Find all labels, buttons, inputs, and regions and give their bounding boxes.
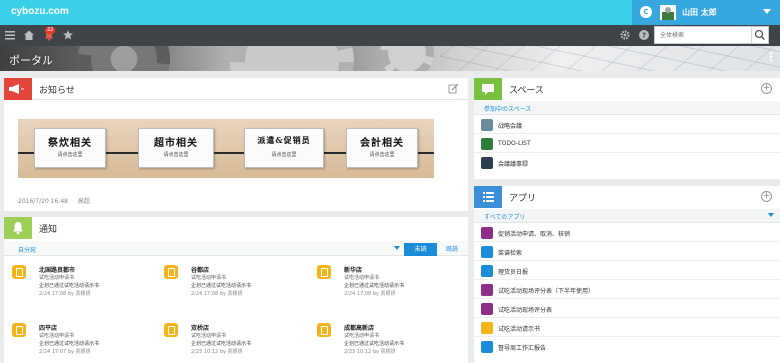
edit-icon[interactable]: [448, 83, 459, 94]
chat-bubble-icon: [474, 78, 502, 100]
document-icon: [164, 265, 178, 279]
space-thumbnail-icon: [481, 157, 493, 169]
app-item[interactable]: 试吃活动现场评分表: [474, 300, 780, 318]
app-icon: [481, 265, 493, 277]
list-item[interactable]: 北国路良都市 试吃活动申请书 企划已通过试吃活动请示书 2/24 17:08 b…: [12, 263, 152, 309]
app-item[interactable]: 试吃活动请示书: [474, 319, 780, 337]
app-item[interactable]: 菜谱检索: [474, 243, 780, 261]
menu-icon[interactable]: [3, 29, 16, 42]
search-button[interactable]: [751, 27, 768, 43]
list-icon: [474, 186, 502, 208]
search-input[interactable]: [655, 27, 750, 43]
filter-select[interactable]: 自分宛: [18, 245, 36, 254]
space-thumbnail-icon: [481, 138, 493, 150]
document-icon: [317, 265, 331, 279]
space-thumbnail-icon: [481, 119, 493, 131]
list-item[interactable]: 新华店 试吃活动申请书 企划已通过试吃活动请示书 2/24 17:08 by 贾…: [317, 263, 457, 309]
apps-section[interactable]: すべてのアプリ: [474, 209, 780, 223]
spaces-title: スペース: [509, 86, 544, 96]
more-options-icon[interactable]: ⋮: [765, 50, 777, 64]
app-item[interactable]: 促销活动申请、取消、核销: [474, 224, 780, 242]
spaces-section[interactable]: 参加中のスペース: [474, 101, 780, 115]
app-item[interactable]: 督导周工作汇报告: [474, 338, 780, 356]
page-title: ポータル: [9, 54, 53, 67]
notification-filter[interactable]: 自分宛: [4, 241, 468, 256]
list-item[interactable]: 谷都店 试吃活动申请书 企划已通过试吃活动请示书 2/24 17:08 by 贾…: [164, 263, 304, 309]
search-icon: [754, 29, 765, 40]
home-icon[interactable]: [22, 29, 35, 42]
help-icon[interactable]: ?: [637, 29, 650, 42]
space-item[interactable]: 会議議事録: [474, 154, 780, 172]
user-menu[interactable]: C 山田 太郎: [632, 0, 780, 25]
document-icon: [12, 265, 26, 279]
app-icon: [481, 303, 493, 315]
announcement-date: 2016/7/20 16:48: [18, 198, 68, 205]
notifications-title: 通知: [39, 225, 58, 235]
list-item[interactable]: 双桥店 试吃活动申请书 企划已通过试吃活动请示书 2/23 10:12 by 贾…: [164, 321, 304, 363]
app-icon: [481, 227, 493, 239]
space-item[interactable]: TODO-LIST: [474, 135, 780, 153]
star-icon[interactable]: [61, 29, 74, 42]
plaque-link[interactable]: 派遣&促销员 请点击这里: [244, 128, 324, 168]
app-icon: [481, 322, 493, 334]
announcement-panel: お知らせ 祭炊相关 请点击这里 超市相关 请点击这里 派遣&促销员 请点击这里 …: [4, 78, 468, 211]
announcement-title: お知らせ: [39, 86, 75, 96]
chevron-down-icon[interactable]: [768, 213, 774, 217]
user-name: 山田 太郎: [682, 7, 717, 17]
read-button[interactable]: 既読: [439, 243, 465, 256]
user-initial-badge: C: [640, 6, 652, 18]
avatar: [660, 5, 676, 20]
announcement-meta: 2016/7/20 16:48 高超: [18, 196, 90, 205]
spaces-panel: スペース + 参加中のスペース 战略会議 TODO-LIST 会議議事録: [474, 78, 780, 179]
announcement-author[interactable]: 高超: [78, 198, 90, 205]
notification-count-badge: 22: [45, 27, 56, 34]
add-app-button[interactable]: +: [761, 191, 772, 202]
app-logo[interactable]: cybozu.com: [11, 6, 69, 17]
announcement-banner-image[interactable]: 祭炊相关 请点击这里 超市相关 请点击这里 派遣&促销员 请点击这里 会計相关 …: [18, 119, 434, 178]
apps-panel: アプリ + すべてのアプリ 促销活动申请、取消、核销 菜谱检索 理货员日报 试吃…: [474, 186, 780, 363]
notifications-panel: 通知 自分宛 未読 既読 北国路良都市 试吃活动申请书 企划已通过试吃活动请示书…: [4, 217, 468, 363]
global-search: [654, 26, 769, 44]
plaque-link[interactable]: 超市相关 请点击这里: [138, 128, 214, 168]
plaque-link[interactable]: 祭炊相关 请点击这里: [34, 128, 106, 168]
app-icon: [481, 246, 493, 258]
document-icon: [164, 323, 178, 337]
space-item[interactable]: 战略会議: [474, 116, 780, 134]
app-item[interactable]: 理货员日报: [474, 262, 780, 280]
chevron-down-icon[interactable]: [763, 9, 771, 14]
svg-text:?: ?: [641, 32, 645, 40]
megaphone-icon: [4, 78, 32, 100]
app-icon: [481, 341, 493, 353]
apps-title: アプリ: [509, 194, 537, 204]
add-space-button[interactable]: +: [761, 83, 772, 94]
gear-icon[interactable]: [618, 29, 631, 42]
list-item[interactable]: 成都高新店 试吃活动申请书 企划已通过试吃活动请示书 2/23 10:12 by…: [317, 321, 457, 363]
unread-button[interactable]: 未読: [404, 243, 437, 256]
chevron-down-icon[interactable]: [394, 246, 400, 250]
document-icon: [12, 323, 26, 337]
bell-icon: [4, 217, 32, 239]
portal-banner: [0, 46, 780, 71]
top-header: cybozu.com C 山田 太郎: [0, 0, 780, 25]
plaque-link[interactable]: 会計相关 请点击这里: [346, 128, 418, 168]
document-icon: [317, 323, 331, 337]
list-item[interactable]: 四平店 试吃活动申请书 企划已通过试吃活动请示书 2/24 17:07 by 贾…: [12, 321, 152, 363]
app-item[interactable]: 试吃活动现场评分表（下半年使用）: [474, 281, 780, 299]
app-icon: [481, 284, 493, 296]
